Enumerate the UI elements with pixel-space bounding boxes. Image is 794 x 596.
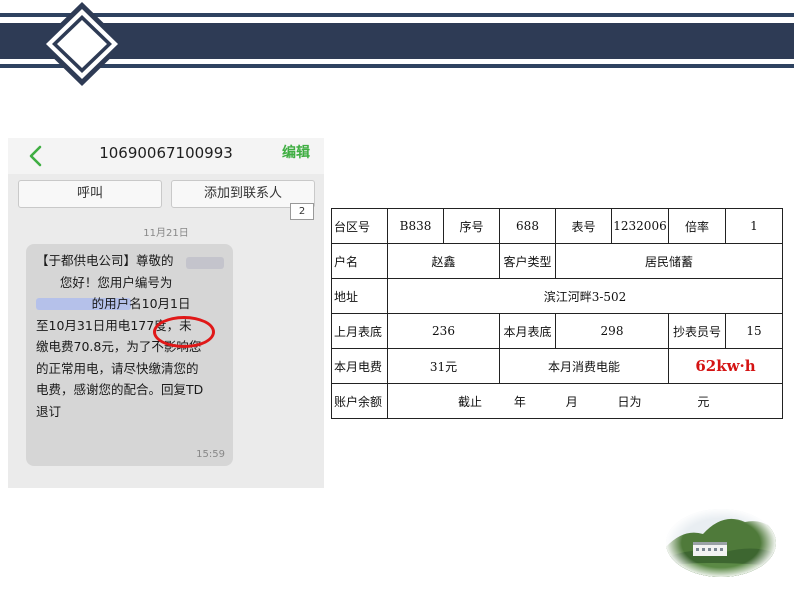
- ratio-value: 1: [725, 208, 783, 244]
- table-row: 户名 赵鑫 客户类型 居民储蓄: [331, 243, 783, 279]
- balance-part: 元: [697, 394, 710, 409]
- reader-label: 抄表员号: [668, 313, 726, 349]
- message-date: 11月21日: [143, 228, 189, 239]
- page-badge: 2: [290, 203, 314, 220]
- type-label: 客户类型: [499, 243, 556, 279]
- sms-top-bar: 10690067100993 编辑: [8, 138, 324, 174]
- type-value: 居民储蓄: [555, 243, 783, 279]
- message-time: 15:59: [196, 449, 225, 460]
- table-row: 上月表底 236 本月表底 298 抄表员号 15: [331, 313, 783, 349]
- area-value: B838: [387, 208, 444, 244]
- sms-action-bar: 呼叫 添加到联系人: [8, 174, 324, 214]
- balance-value: 截止 年 月 日为 元: [387, 383, 783, 419]
- message-line: 您好！您用户编号为: [59, 274, 173, 290]
- balance-part: 日为: [617, 394, 642, 409]
- energy-value: 62kw·h: [668, 348, 783, 384]
- balance-part: 月: [565, 394, 578, 409]
- message-line: 的用户名10月1日: [91, 296, 191, 311]
- table-row: 账户余额 截止 年 月 日为 元: [331, 383, 783, 419]
- prev-reading-value: 236: [387, 313, 500, 349]
- message-bubble: 【于都供电公司】尊敬的 您好！您用户编号为 的用户名10月1日 至10月31日用…: [26, 244, 233, 466]
- area-label: 台区号: [331, 208, 388, 244]
- seq-value: 688: [499, 208, 556, 244]
- fee-value: 31元: [387, 348, 500, 384]
- message-line: 【于都供电公司】尊敬的: [36, 253, 174, 268]
- call-button[interactable]: 呼叫: [18, 180, 162, 208]
- table-row: 台区号 B838 序号 688 表号 1232006 倍率 1: [331, 208, 783, 244]
- sender-number: 10690067100993: [99, 144, 233, 162]
- balance-part: 年: [513, 394, 526, 409]
- name-value: 赵鑫: [387, 243, 500, 279]
- meter-value: 1232006: [611, 208, 669, 244]
- edit-button[interactable]: 编辑: [282, 142, 310, 162]
- reader-value: 15: [725, 313, 783, 349]
- landscape-photo: [666, 509, 776, 577]
- electricity-bill-table: 台区号 B838 序号 688 表号 1232006 倍率 1 户名 赵鑫 客户…: [331, 208, 783, 419]
- ratio-label: 倍率: [668, 208, 726, 244]
- curr-reading-value: 298: [555, 313, 669, 349]
- balance-part: 截止: [458, 394, 483, 409]
- message-line: 的正常用电，请尽快缴清您的: [36, 360, 199, 376]
- table-row: 地址 滨江河畔3-502: [331, 278, 783, 314]
- fee-label: 本月电费: [331, 348, 388, 384]
- seq-label: 序号: [443, 208, 500, 244]
- red-circle-highlight: [153, 316, 215, 348]
- balance-label: 账户余额: [331, 383, 388, 419]
- sms-screenshot: 10690067100993 编辑 呼叫 添加到联系人 2 11月21日 【于都…: [8, 138, 324, 488]
- prev-reading-label: 上月表底: [331, 313, 388, 349]
- diamond-logo-icon: [39, 2, 125, 86]
- energy-label: 本月消费电能: [499, 348, 669, 384]
- name-label: 户名: [331, 243, 388, 279]
- curr-reading-label: 本月表底: [499, 313, 556, 349]
- table-row: 本月电费 31元 本月消费电能 62kw·h: [331, 348, 783, 384]
- message-line: 电费，感谢您的配合。回复TD: [36, 382, 204, 397]
- meter-label: 表号: [555, 208, 612, 244]
- message-line: 退订: [36, 403, 62, 419]
- message-line: 至10月31日用电: [36, 317, 131, 333]
- address-label: 地址: [331, 278, 388, 314]
- address-value: 滨江河畔3-502: [387, 278, 783, 314]
